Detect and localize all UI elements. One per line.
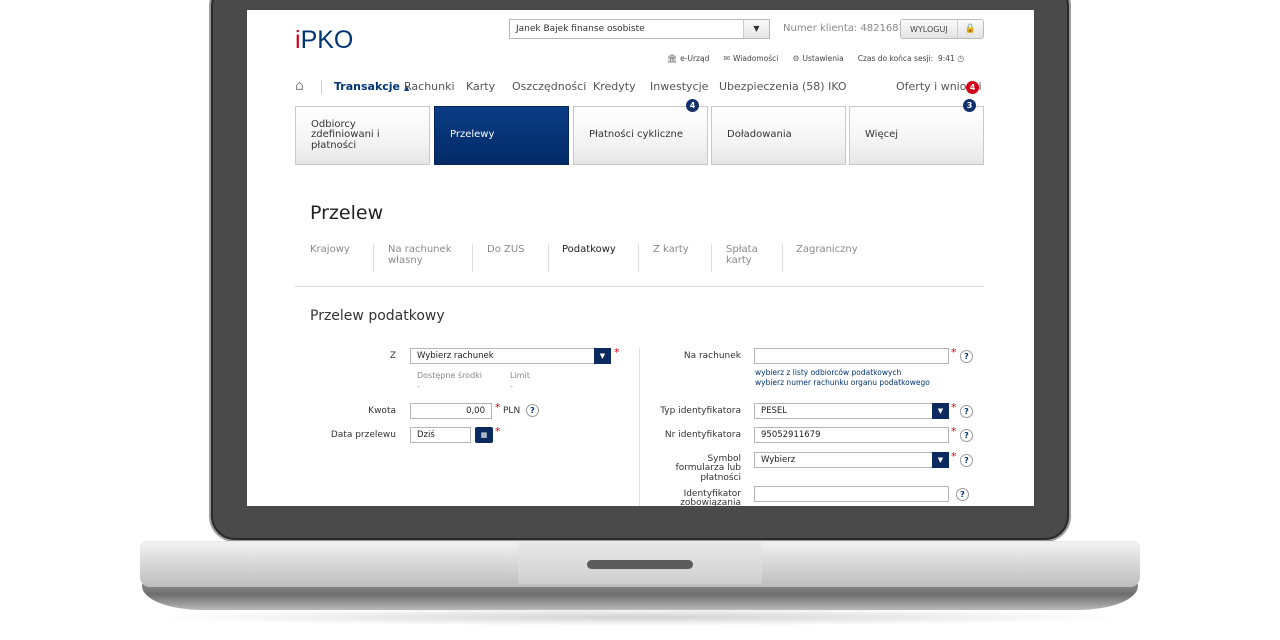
offers-badge: 4: [966, 81, 979, 94]
nav-item-iko[interactable]: (58) IKO: [802, 80, 847, 93]
tile-doladowania[interactable]: Doładowania: [711, 106, 846, 165]
link-tax-office-account[interactable]: wybierz numer rachunku organu podatkoweg…: [755, 378, 930, 388]
screen: iPKO Janek Bajek finanse osobiste ▼ Nume…: [247, 10, 1034, 506]
help-icon[interactable]: ?: [960, 429, 973, 442]
amount-input[interactable]: 0,00: [410, 403, 492, 419]
form-symbol-label: Symbol formularza lub płatności: [675, 454, 741, 483]
to-account-label: Na rachunek: [683, 351, 741, 361]
date-input[interactable]: Dziś: [410, 427, 471, 443]
page-title: Przelew: [310, 202, 384, 224]
from-account-select[interactable]: Wybierz rachunek ▼: [410, 348, 611, 364]
messages-link[interactable]: ✉ Wiadomości: [723, 54, 778, 63]
subtab-separator: [548, 244, 549, 272]
nav-item-oszczednosci[interactable]: Oszczędności: [512, 80, 586, 93]
subtab-zagraniczny[interactable]: Zagraniczny: [796, 244, 858, 255]
help-icon[interactable]: ?: [960, 454, 973, 467]
id-type-select[interactable]: PESEL ▼: [754, 403, 949, 419]
required-marker: *: [951, 346, 957, 359]
help-icon[interactable]: ?: [526, 404, 539, 417]
id-type-label: Typ identyfikatora: [660, 406, 741, 416]
nav-item-rachunki[interactable]: Rachunki: [404, 80, 455, 93]
tile-wiecej[interactable]: Więcej: [849, 106, 984, 165]
laptop-trackpad-slot: [587, 560, 693, 569]
nav-item-transakcje[interactable]: Transakcje ▲: [334, 80, 409, 93]
obligation-input[interactable]: [754, 486, 949, 502]
nav-separator: [321, 80, 322, 94]
required-marker: *: [495, 425, 501, 438]
nav-item-karty[interactable]: Karty: [466, 80, 495, 93]
subtab-separator: [373, 244, 374, 272]
amount-label: Kwota: [368, 406, 396, 416]
home-icon[interactable]: ⌂: [295, 78, 304, 94]
gear-icon: ⚙: [792, 54, 800, 63]
required-marker: *: [614, 346, 620, 359]
chevron-down-icon: ▼: [594, 348, 611, 364]
from-label: Z: [389, 351, 396, 361]
required-marker: *: [951, 401, 957, 414]
available-funds-label: Dostępne środki: [417, 371, 483, 380]
envelope-icon: ✉: [723, 54, 731, 63]
to-account-input[interactable]: [754, 348, 949, 364]
tile-platnosci-cykliczne[interactable]: Płatności cykliczne: [573, 106, 708, 165]
subtab-splata-karty[interactable]: Spłata karty: [726, 244, 766, 266]
tile-badge-platnosci: 4: [686, 99, 699, 112]
calendar-icon[interactable]: ▦: [475, 427, 493, 443]
subtab-krajowy[interactable]: Krajowy: [310, 244, 350, 255]
link-tax-recipients[interactable]: wybierz z listy odbiorców podatkowych: [755, 368, 901, 378]
chevron-down-icon: ▼: [932, 452, 949, 468]
help-icon[interactable]: ?: [956, 488, 969, 501]
tile-badge-wiecej: 3: [963, 99, 976, 112]
subtab-na-rachunek-wlasny[interactable]: Na rachunek własny: [388, 244, 458, 266]
tile-odbiorcy[interactable]: Odbiorcy zdefiniowani i płatności: [295, 106, 430, 165]
nav-item-ubezpieczenia[interactable]: Ubezpieczenia: [719, 80, 799, 93]
id-number-label: Nr identyfikatora: [664, 430, 741, 440]
help-icon[interactable]: ?: [960, 405, 973, 418]
pko-logo[interactable]: iPKO: [295, 26, 353, 55]
laptop-shadow: [150, 608, 1130, 626]
obligation-label: Identyfikator zobowiązania: [680, 489, 741, 506]
settings-link[interactable]: ⚙ Ustawienia: [792, 54, 843, 63]
form-symbol-select[interactable]: Wybierz ▼: [754, 452, 949, 468]
date-label: Data przelewu: [330, 430, 396, 440]
required-marker: *: [951, 425, 957, 438]
top-links: 🏛 e-Urząd ✉ Wiadomości ⚙ Ustawienia Czas do…: [667, 54, 967, 63]
id-number-input[interactable]: 95052911679: [754, 427, 949, 443]
chevron-down-icon[interactable]: ▼: [743, 20, 769, 38]
required-marker: *: [951, 450, 957, 463]
main-nav: ⌂ Transakcje ▲ Rachunki Karty Oszczędnoś…: [295, 78, 984, 96]
subtab-separator: [711, 244, 712, 272]
chevron-down-icon: ▼: [932, 403, 949, 419]
logout-button[interactable]: WYLOGUJ 🔒: [900, 19, 984, 39]
client-select-value: Janek Bajek finanse osobiste: [516, 24, 645, 34]
client-select[interactable]: Janek Bajek finanse osobiste ▼: [509, 19, 770, 39]
divider: [295, 286, 984, 287]
lock-icon: 🔒: [957, 20, 983, 38]
limit-label: Limit: [510, 371, 530, 380]
section-title: Przelew podatkowy: [310, 308, 445, 324]
subtab-do-zus[interactable]: Do ZUS: [487, 244, 525, 255]
column-separator: [639, 348, 640, 506]
help-icon[interactable]: ?: [960, 350, 973, 363]
building-icon: 🏛: [667, 54, 678, 63]
subtab-separator: [638, 244, 639, 272]
clock-icon: ◷: [957, 54, 965, 63]
tile-przelewy[interactable]: Przelewy: [434, 106, 569, 165]
currency-label: PLN: [503, 406, 521, 416]
subtab-separator: [782, 244, 783, 272]
eurzad-link[interactable]: 🏛 e-Urząd: [667, 54, 709, 63]
subtab-z-karty[interactable]: Z karty: [653, 244, 689, 255]
required-marker: *: [495, 401, 501, 414]
subtab-separator: [472, 244, 473, 272]
available-funds-value: -: [417, 382, 420, 391]
nav-item-inwestycje[interactable]: Inwestycje: [650, 80, 708, 93]
client-number: Numer klienta: 48216871: [783, 23, 912, 34]
subtab-podatkowy[interactable]: Podatkowy: [562, 244, 616, 255]
session-timer: Czas do końca sesji: 9:41 ◷: [857, 54, 965, 63]
laptop-base-bottom: [142, 584, 1138, 610]
limit-value: -: [510, 382, 513, 391]
nav-item-kredyty[interactable]: Kredyty: [593, 80, 636, 93]
